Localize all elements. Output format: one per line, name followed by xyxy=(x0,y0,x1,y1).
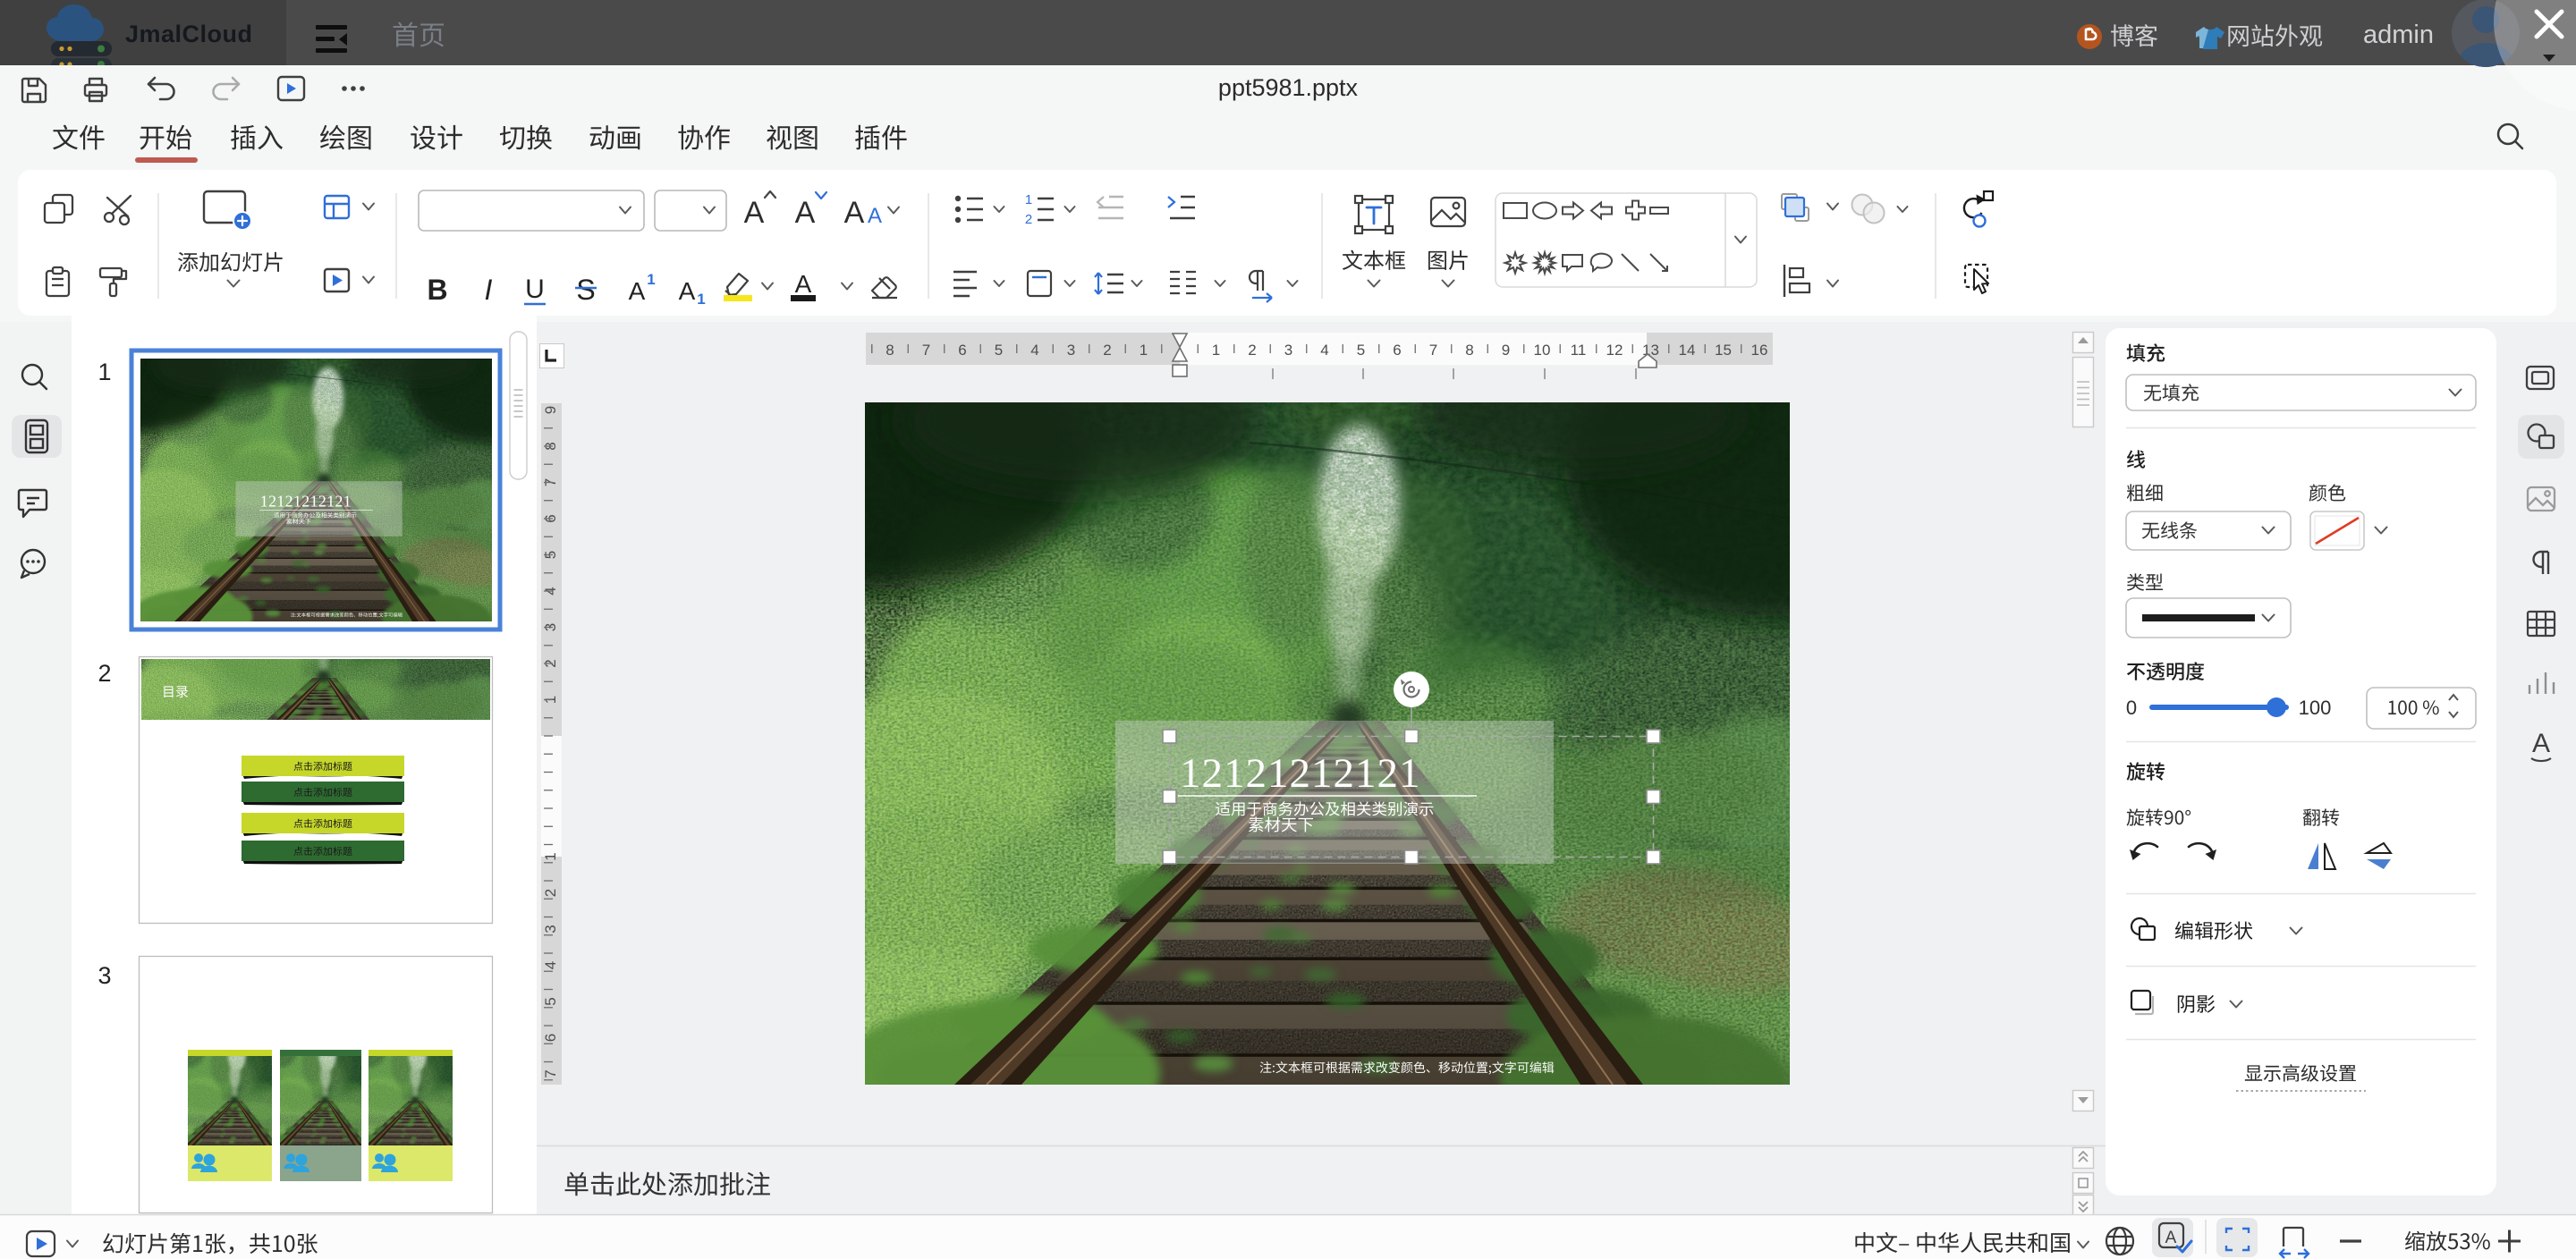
svg-text:2: 2 xyxy=(1103,342,1111,359)
svg-text:A: A xyxy=(629,277,646,305)
svg-text:admin: admin xyxy=(2363,21,2434,49)
svg-text:3: 3 xyxy=(1284,342,1292,359)
svg-text:14: 14 xyxy=(1679,342,1696,359)
svg-text:U: U xyxy=(525,275,545,304)
svg-text:1: 1 xyxy=(1140,342,1148,359)
svg-text:4: 4 xyxy=(542,961,559,969)
svg-text:100: 100 xyxy=(2299,697,2332,719)
svg-text:A: A xyxy=(679,277,696,305)
svg-text:1: 1 xyxy=(697,291,705,308)
svg-text:A: A xyxy=(2532,729,2550,758)
svg-text:2: 2 xyxy=(1248,342,1256,359)
svg-text:11: 11 xyxy=(1571,342,1587,359)
svg-text:5: 5 xyxy=(542,997,559,1005)
svg-text:B: B xyxy=(427,274,447,306)
svg-text:9: 9 xyxy=(1502,342,1510,359)
svg-text:7: 7 xyxy=(922,342,930,359)
svg-text:1: 1 xyxy=(97,359,111,385)
svg-text:2: 2 xyxy=(1025,212,1032,227)
svg-text:1: 1 xyxy=(1025,192,1032,207)
svg-text:7: 7 xyxy=(1429,342,1437,359)
svg-text:0: 0 xyxy=(2126,697,2137,719)
svg-text:3: 3 xyxy=(542,925,559,933)
svg-text:3: 3 xyxy=(97,962,111,989)
svg-text:5: 5 xyxy=(1357,342,1365,359)
svg-text:16: 16 xyxy=(1751,342,1768,359)
svg-text:7: 7 xyxy=(542,1069,559,1077)
svg-text:1: 1 xyxy=(1212,342,1220,359)
svg-text:10: 10 xyxy=(1534,342,1551,359)
svg-text:A: A xyxy=(868,204,882,228)
svg-text:2: 2 xyxy=(97,660,111,687)
svg-text:A: A xyxy=(795,196,816,230)
svg-text:5: 5 xyxy=(995,342,1003,359)
svg-text:A: A xyxy=(2165,1229,2177,1247)
svg-text:A: A xyxy=(795,270,812,298)
svg-text:1: 1 xyxy=(647,271,655,288)
svg-text:1: 1 xyxy=(542,852,559,860)
svg-text:ppt5981.pptx: ppt5981.pptx xyxy=(1218,74,1359,101)
svg-text:6: 6 xyxy=(1393,342,1401,359)
svg-text:S: S xyxy=(576,274,595,306)
svg-text:4: 4 xyxy=(1320,342,1328,359)
svg-text:A: A xyxy=(744,196,765,230)
svg-text:12: 12 xyxy=(1606,342,1623,359)
svg-text:3: 3 xyxy=(1067,342,1075,359)
svg-text:I: I xyxy=(485,274,493,306)
svg-text:8: 8 xyxy=(886,342,894,359)
svg-text:8: 8 xyxy=(1465,342,1473,359)
svg-text:15: 15 xyxy=(1715,342,1732,359)
svg-text:A: A xyxy=(844,196,865,230)
svg-text:6: 6 xyxy=(958,342,966,359)
svg-text:6: 6 xyxy=(542,1034,559,1042)
svg-text:4: 4 xyxy=(1030,342,1038,359)
svg-text:9: 9 xyxy=(542,406,559,414)
svg-text:2: 2 xyxy=(542,889,559,897)
svg-text:JmalCloud: JmalCloud xyxy=(125,21,253,47)
